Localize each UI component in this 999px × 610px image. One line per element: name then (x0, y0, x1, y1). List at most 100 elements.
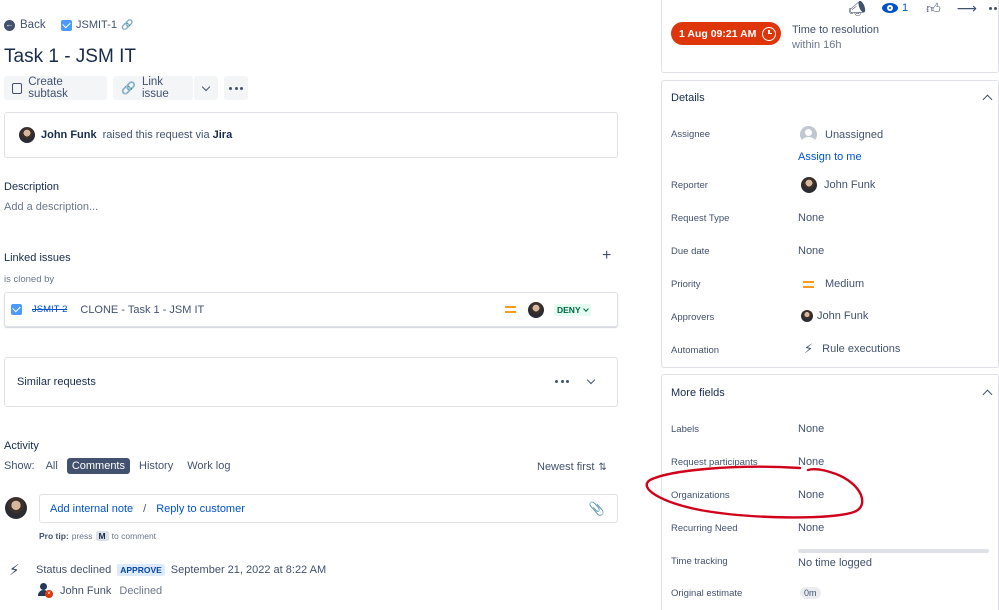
details-panel (661, 80, 999, 368)
more-icon (229, 86, 243, 90)
task-type-icon (61, 19, 72, 31)
avatar (528, 302, 544, 318)
activity-event-user[interactable]: John Funk (60, 585, 111, 597)
chevron-down-icon[interactable] (586, 375, 596, 385)
back-button[interactable]: ← Back (4, 19, 46, 31)
avatar (801, 310, 813, 322)
pro-tip-label: Pro tip: (39, 531, 69, 541)
avatar (5, 497, 27, 519)
reply-to-customer-link[interactable]: Reply to customer (156, 503, 245, 515)
tab-all[interactable]: All (41, 458, 63, 474)
link-icon[interactable]: 🔗 (121, 20, 133, 31)
time-tracking-value: No time logged (798, 557, 872, 569)
due-date-value[interactable]: None (798, 245, 824, 257)
priority-field[interactable]: Medium (803, 278, 864, 290)
automation-label: Automation (671, 345, 720, 356)
labels-value[interactable]: None (798, 423, 824, 435)
reporter-label: Reporter (671, 180, 708, 191)
tab-comments[interactable]: Comments (66, 458, 130, 474)
annotation-ellipse (645, 465, 864, 519)
approvers-field[interactable]: John Funk (801, 310, 868, 322)
issue-key-link[interactable]: JSMIT-1 (76, 19, 117, 31)
original-estimate-value[interactable]: 0m (800, 587, 821, 599)
sort-icon: ⇅ (598, 461, 607, 473)
activity-event-action: Declined (119, 585, 163, 597)
linked-issue-row[interactable]: JSMIT-2 CLONE - Task 1 - JSM IT DENY (4, 292, 618, 327)
similar-requests-panel[interactable]: Similar requests (4, 357, 618, 407)
link-icon: 🔗 (121, 81, 136, 95)
medium-priority-icon (803, 280, 814, 288)
raised-channel: Jira (212, 129, 233, 141)
link-issue-button[interactable]: 🔗 Link issue (113, 76, 193, 100)
tab-work-log[interactable]: Work log (182, 458, 235, 474)
due-date-label: Due date (671, 246, 710, 257)
sort-toggle[interactable]: Newest first ⇅ (537, 461, 607, 473)
back-arrow-icon: ← (4, 19, 15, 31)
declined-user-icon: × (38, 583, 54, 599)
raised-by-user[interactable]: John Funk (41, 129, 97, 141)
breadcrumb: JSMIT-1 🔗 (61, 19, 133, 31)
avatar (19, 127, 35, 143)
more-icon[interactable] (555, 380, 569, 383)
page-title: Task 1 - JSM IT (4, 46, 136, 67)
time-tracking-label: Time tracking (671, 556, 728, 567)
raised-card: John Funk raised this request via Jira (4, 112, 618, 158)
linked-issue-key[interactable]: JSMIT-2 (32, 304, 67, 315)
add-link-icon[interactable]: + (602, 248, 611, 264)
add-internal-note-link[interactable]: Add internal note (50, 503, 133, 515)
subtask-icon (12, 82, 23, 94)
pro-tip-key: M (95, 531, 109, 541)
clock-icon (762, 26, 777, 41)
assignee-field[interactable]: Unassigned (800, 126, 883, 143)
sla-badge: 1 Aug 09:21 AM (671, 22, 781, 45)
request-type-value[interactable]: None (798, 212, 824, 224)
original-estimate-label: Original estimate (671, 588, 743, 599)
reporter-field[interactable]: John Funk (801, 177, 875, 193)
automation-field[interactable]: ⚡︎ Rule executions (804, 341, 900, 357)
request-type-label: Request Type (671, 213, 730, 224)
description-field[interactable]: Add a description... (4, 201, 98, 213)
time-tracking-bar[interactable] (798, 549, 989, 553)
approve-badge: APPROVE (117, 564, 165, 576)
description-heading: Description (4, 181, 60, 193)
link-issue-dropdown[interactable] (194, 76, 218, 100)
assignee-value: Unassigned (825, 128, 884, 141)
lightning-icon: ⚡︎ (9, 562, 20, 579)
linked-issues-heading: Linked issues (4, 252, 71, 264)
link-issue-label: Link issue (141, 76, 169, 100)
pro-tip-suffix: to comment (111, 531, 157, 541)
status-lozenge[interactable]: DENY (554, 304, 591, 316)
tab-history[interactable]: History (134, 458, 178, 474)
medium-priority-icon (505, 306, 516, 313)
separator: / (143, 502, 147, 515)
automation-value: Rule executions (822, 343, 901, 355)
create-subtask-button[interactable]: Create subtask (4, 76, 107, 100)
priority-label: Priority (671, 279, 701, 290)
similar-requests-heading: Similar requests (17, 376, 96, 388)
link-relation: is cloned by (4, 274, 55, 285)
lightning-icon: ⚡︎ (804, 341, 814, 356)
activity-event-date: September 21, 2022 at 8:22 AM (170, 564, 327, 576)
show-label: Show: (4, 460, 35, 472)
sla-sub: within 16h (792, 39, 842, 51)
approvers-label: Approvers (671, 312, 715, 323)
comment-box[interactable]: Add internal note / Reply to customer 📎 (39, 494, 618, 523)
details-heading[interactable]: Details (671, 92, 705, 104)
more-fields-heading[interactable]: More fields (671, 387, 725, 399)
raised-text: raised this request via (102, 129, 210, 141)
task-type-icon (11, 304, 22, 315)
sort-label: Newest first (537, 461, 595, 473)
activity-heading: Activity (4, 440, 39, 452)
more-actions-button[interactable] (224, 76, 248, 100)
sla-badge-text: 1 Aug 09:21 AM (679, 27, 757, 40)
linked-issue-summary[interactable]: CLONE - Task 1 - JSM IT (80, 304, 204, 316)
attachment-icon[interactable]: 📎 (589, 501, 605, 517)
pro-tip-press: press (71, 531, 93, 541)
priority-value: Medium (825, 278, 865, 290)
chevron-down-icon (201, 82, 211, 91)
reporter-value: John Funk (824, 179, 876, 191)
sla-title: Time to resolution (792, 24, 880, 36)
assignee-label: Assignee (671, 129, 711, 140)
assign-to-me-link[interactable]: Assign to me (798, 151, 862, 163)
unassigned-avatar-icon (800, 126, 817, 143)
